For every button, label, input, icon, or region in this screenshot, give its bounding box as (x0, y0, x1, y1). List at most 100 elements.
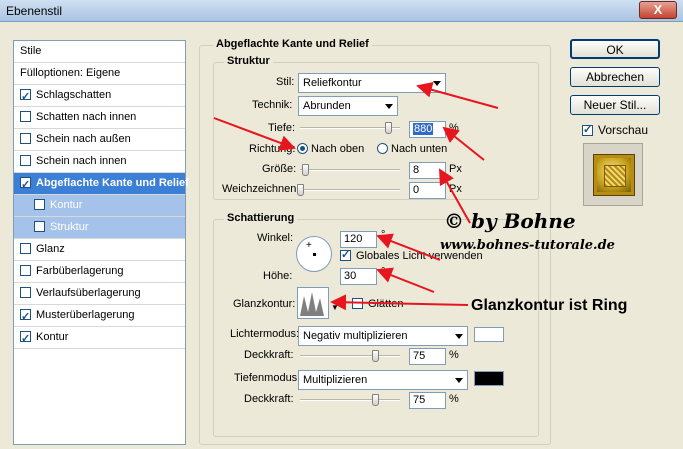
highlight-opacity-slider[interactable] (300, 350, 400, 362)
size-input[interactable]: 8 (409, 162, 446, 179)
shadow-opacity-unit: % (449, 393, 459, 405)
style-list-item-label: Farbüberlagerung (36, 265, 124, 277)
depth-unit: % (449, 122, 459, 134)
shadow-opacity-label: Deckkraft: (244, 393, 294, 405)
highlight-opacity-value: 75 (413, 350, 426, 362)
style-list-item[interactable]: Stile (14, 41, 185, 63)
style-list-item[interactable]: Schlagschatten (14, 85, 185, 108)
style-list-item-label: Musterüberlagerung (36, 309, 135, 321)
highlight-color-swatch[interactable] (474, 327, 504, 342)
shadow-mode-value: Multiplizieren (303, 374, 368, 386)
style-list-item[interactable]: Kontur (14, 195, 185, 217)
technique-select[interactable]: Abrunden (298, 96, 398, 116)
ok-button[interactable]: OK (570, 39, 660, 59)
angle-dial[interactable]: + (296, 236, 332, 272)
highlight-opacity-thumb[interactable] (372, 350, 379, 362)
checkbox-unchecked-icon[interactable] (20, 155, 31, 166)
direction-up-label: Nach oben (311, 143, 365, 155)
style-list-item-label: Abgeflachte Kante und Relief (36, 177, 189, 189)
soften-slider[interactable] (297, 184, 400, 196)
style-list-item[interactable]: Verlaufsüberlagerung (14, 283, 185, 305)
style-select[interactable]: Reliefkontur (298, 73, 446, 93)
new-style-button[interactable]: Neuer Stil... (570, 95, 660, 115)
checkbox-checked-icon[interactable] (20, 307, 31, 328)
website-watermark: www.bohnes-tutorale.de (440, 238, 615, 253)
shadow-color-swatch[interactable] (474, 371, 504, 386)
style-list-item[interactable]: Schatten nach innen (14, 107, 185, 129)
shadow-opacity-slider[interactable] (300, 394, 400, 406)
preview-checkbox[interactable]: Vorschau (582, 123, 648, 137)
size-label: Größe: (262, 163, 297, 175)
style-list-item[interactable]: Farbüberlagerung (14, 261, 185, 283)
direction-up-radio[interactable]: Nach oben (297, 143, 364, 155)
style-list-item-label: Verlaufsüberlagerung (36, 287, 141, 299)
checkbox-checked-icon[interactable] (20, 175, 31, 196)
checkbox-checked-icon[interactable] (20, 87, 31, 108)
checkbox-unchecked-icon[interactable] (34, 221, 45, 232)
size-slider-thumb[interactable] (302, 164, 309, 176)
style-label: Stil: (276, 76, 295, 88)
window-title: Ebenenstil (6, 4, 63, 18)
style-list-item-label: Stile (20, 45, 42, 57)
style-list-item[interactable]: Kontur (14, 327, 185, 350)
style-list-item[interactable]: Abgeflachte Kante und Relief (14, 173, 189, 196)
chevron-down-icon (433, 81, 441, 86)
style-list-item-label: Schein nach außen (36, 133, 131, 145)
style-list-item-label: Fülloptionen: Eigene (20, 67, 121, 79)
size-slider[interactable] (300, 164, 400, 176)
style-list-item[interactable]: Glanz (14, 239, 185, 261)
highlight-mode-select[interactable]: Negativ multiplizieren (298, 326, 468, 346)
checkbox-unchecked-icon[interactable] (20, 133, 31, 144)
depth-slider[interactable] (300, 122, 400, 134)
depth-input[interactable]: 880 (409, 121, 446, 138)
highlight-opacity-label: Deckkraft: (244, 349, 294, 361)
antialias-checkbox[interactable]: Glätten (352, 298, 403, 310)
style-select-value: Reliefkontur (303, 77, 362, 89)
direction-down-radio[interactable]: Nach unten (377, 143, 447, 155)
style-list-item-label: Kontur (50, 199, 83, 211)
shadow-mode-select[interactable]: Multiplizieren (298, 370, 468, 390)
style-list: Stile Fülloptionen: Eigene Schlagschatten S… (13, 40, 189, 445)
title-bar: Ebenenstil X (0, 0, 683, 22)
checkbox-unchecked-icon[interactable] (34, 199, 45, 210)
style-list-item[interactable]: Fülloptionen: Eigene (14, 63, 185, 85)
gloss-label: Glanzkontur: (233, 298, 296, 310)
style-list-item[interactable]: Schein nach außen (14, 129, 185, 151)
highlight-opacity-input[interactable]: 75 (409, 348, 446, 365)
checkbox-unchecked-icon[interactable] (20, 243, 31, 254)
style-list-item-label: Schlagschatten (36, 89, 112, 101)
chevron-down-icon (455, 334, 463, 339)
close-button[interactable]: X (639, 1, 677, 19)
shadow-opacity-input[interactable]: 75 (409, 392, 446, 409)
soften-slider-thumb[interactable] (297, 184, 304, 196)
structure-title: Struktur (224, 55, 273, 67)
shadow-opacity-thumb[interactable] (372, 394, 379, 406)
radio-on-icon (297, 143, 308, 154)
gloss-contour-dropdown[interactable]: ▼ (331, 303, 339, 312)
crosshair-icon: + (306, 240, 312, 251)
style-preview-thumbnail (583, 143, 643, 206)
style-list-item[interactable]: Struktur (14, 217, 185, 239)
checkbox-checked-icon (340, 248, 351, 261)
soften-input[interactable]: 0 (409, 182, 446, 199)
style-list-item[interactable]: Musterüberlagerung (14, 305, 185, 328)
copyright-watermark: © by Bohne (444, 209, 576, 233)
altitude-label: Höhe: (263, 270, 293, 282)
gold-tile-image (594, 155, 634, 195)
checkbox-checked-icon[interactable] (20, 329, 31, 350)
gloss-contour-picker[interactable] (297, 287, 329, 319)
checkbox-unchecked-icon[interactable] (20, 265, 31, 276)
checkbox-unchecked-icon[interactable] (20, 287, 31, 298)
altitude-input[interactable]: 30 (340, 268, 377, 285)
style-list-item-label: Schatten nach innen (36, 111, 137, 123)
chevron-down-icon (455, 378, 463, 383)
dialog-body: Stile Fülloptionen: Eigene Schlagschatten S… (0, 22, 683, 449)
checkbox-unchecked-icon[interactable] (20, 111, 31, 122)
bevel-title: Abgeflachte Kante und Relief (213, 38, 372, 50)
angle-input-value: 120 (344, 233, 363, 245)
depth-slider-thumb[interactable] (385, 122, 392, 134)
cancel-button[interactable]: Abbrechen (570, 67, 660, 87)
style-list-item[interactable]: Schein nach innen (14, 151, 185, 173)
gloss-contour-annotation: Glanzkontur ist Ring (471, 297, 628, 314)
angle-input[interactable]: 120 (340, 231, 377, 248)
